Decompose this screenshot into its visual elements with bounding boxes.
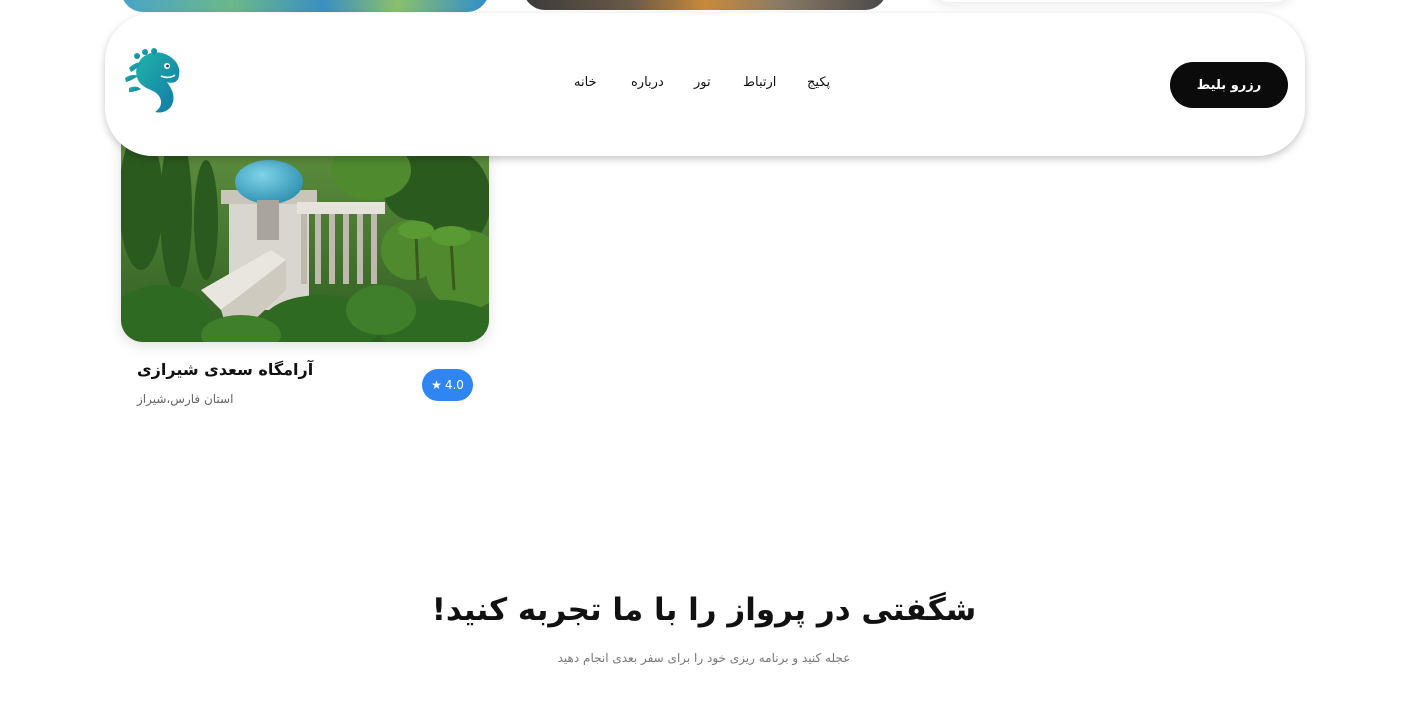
rating-value: 4.0	[444, 378, 464, 392]
place-title: آرامگاه سعدی شیرازی	[137, 360, 314, 379]
card-image[interactable]	[121, 140, 489, 342]
seahorse-logo-icon[interactable]	[121, 48, 187, 116]
nav-item-contact[interactable]: ارتباط	[743, 75, 776, 90]
book-ticket-button[interactable]: رزرو بلیط	[1170, 62, 1288, 108]
nav-item-about[interactable]: درباره	[631, 75, 664, 90]
section-subtitle: عجله کنید و برنامه ریزی خود را برای سفر …	[557, 651, 851, 665]
section-title: شگفتی در پرواز را با ما تجربه کنید!	[431, 592, 977, 628]
star-icon: ★	[431, 378, 442, 392]
card-image-partial[interactable]	[523, 0, 887, 10]
place-location: استان فارس،شیراز	[137, 392, 234, 406]
nav-item-package[interactable]: پکیج	[807, 75, 830, 90]
card-image-partial[interactable]	[121, 0, 489, 12]
rating-badge: ★ 4.0	[422, 369, 473, 401]
nav-item-tour[interactable]: تور	[694, 75, 711, 90]
card-partial[interactable]	[928, 0, 1296, 2]
nav-item-home[interactable]: خانه	[574, 75, 597, 90]
site-header: پکیج ارتباط تور درباره خانه رزرو بلیط	[105, 13, 1305, 156]
